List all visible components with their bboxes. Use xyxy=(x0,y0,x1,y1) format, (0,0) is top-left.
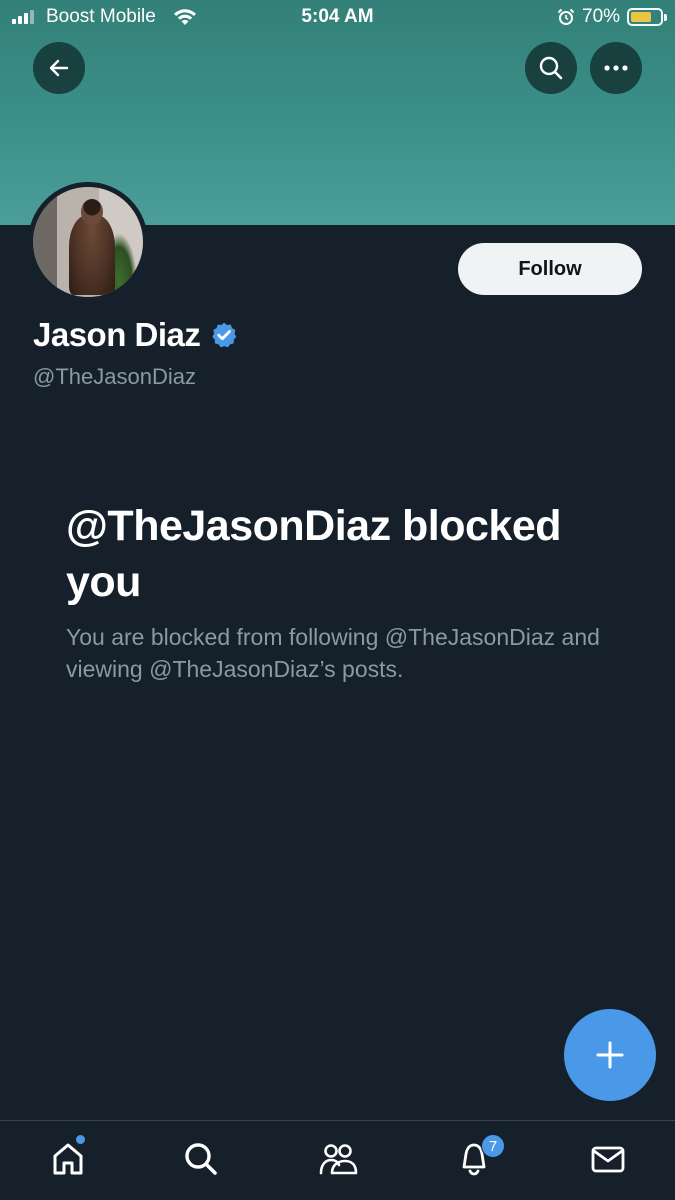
search-button[interactable] xyxy=(525,42,577,94)
blocked-description: You are blocked from following @TheJason… xyxy=(66,624,600,682)
more-options-button[interactable] xyxy=(590,42,642,94)
home-icon xyxy=(53,1143,83,1175)
tab-communities[interactable] xyxy=(316,1137,360,1181)
profile-name-row: Jason Diaz xyxy=(33,316,238,354)
tab-search[interactable] xyxy=(179,1137,223,1181)
battery-percent: 70% xyxy=(582,6,621,27)
more-horizontal-icon xyxy=(604,65,628,71)
home-unread-dot xyxy=(76,1135,85,1144)
avatar[interactable] xyxy=(28,182,148,302)
search-icon xyxy=(185,1143,217,1175)
compose-button[interactable] xyxy=(564,1009,656,1101)
search-icon xyxy=(539,56,563,80)
bottom-tab-bar xyxy=(0,1120,675,1200)
mail-icon xyxy=(591,1146,625,1173)
tab-messages[interactable] xyxy=(586,1137,630,1181)
communities-icon xyxy=(319,1144,358,1175)
follow-button[interactable]: Follow xyxy=(458,243,642,295)
notification-count-badge: 7 xyxy=(481,1134,505,1158)
tab-home[interactable] xyxy=(46,1137,90,1181)
status-bar: Boost Mobile 5:04 AM 70% xyxy=(0,0,675,36)
battery-icon xyxy=(627,8,667,26)
plus-icon xyxy=(596,1041,624,1069)
arrow-left-icon xyxy=(49,59,69,77)
blocked-title: @TheJasonDiaz blocked you xyxy=(66,502,562,606)
alarm-icon xyxy=(557,8,575,25)
display-name: Jason Diaz xyxy=(33,316,201,353)
profile-handle: @TheJasonDiaz xyxy=(33,364,196,389)
back-button[interactable] xyxy=(33,42,85,94)
verified-badge-icon[interactable] xyxy=(210,321,238,349)
